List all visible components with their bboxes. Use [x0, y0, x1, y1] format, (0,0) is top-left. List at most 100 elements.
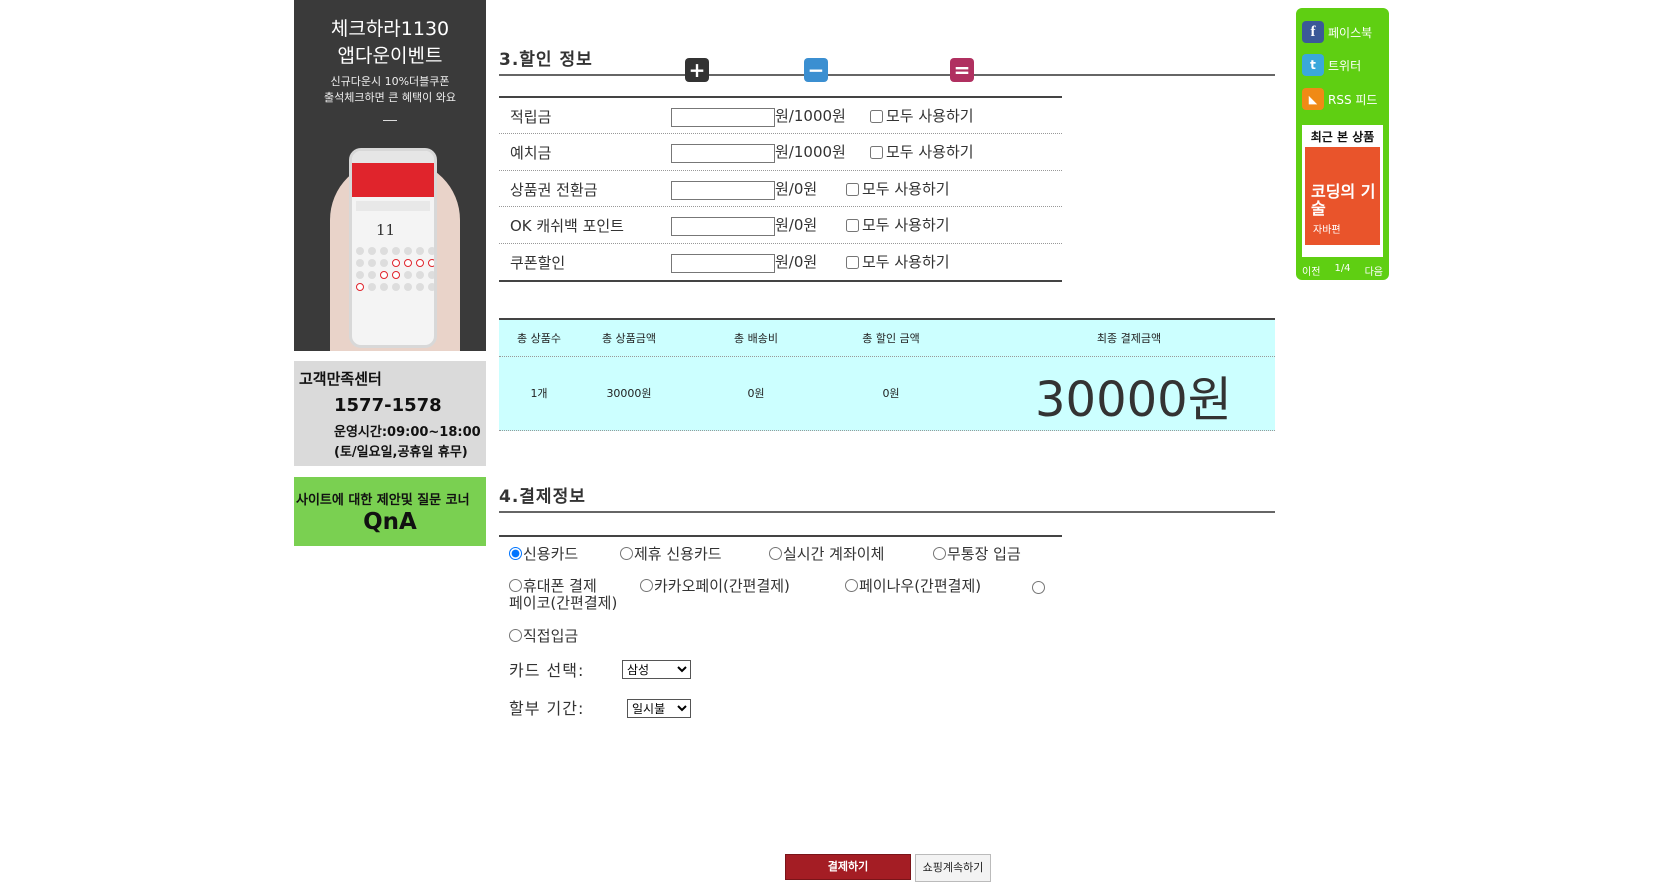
okcashbag-input[interactable]: [671, 217, 775, 237]
discount-row-points: 적립금 원/1000원 모두 사용하기: [499, 98, 1062, 135]
giftcard-use-all-checkbox[interactable]: [846, 182, 859, 196]
banner-subtitle: 앱다운이벤트: [337, 45, 443, 67]
pay-method-direct[interactable]: 직접입금: [509, 625, 578, 646]
facebook-label: 페이스북: [1328, 25, 1373, 40]
summary-header-count: 총 상품수: [517, 332, 561, 345]
partner-card-radio[interactable]: [620, 547, 633, 560]
points-use-all-checkbox[interactable]: [870, 110, 883, 123]
cs-hours: 운영시간:09:00~18:00: [334, 425, 481, 440]
deposit-use-all-label: 모두 사용하기: [886, 143, 974, 162]
facebook-icon: f: [1302, 21, 1324, 43]
installment-select[interactable]: 일시불: [627, 699, 691, 718]
final-payment-amount: 30000원: [1035, 372, 1232, 428]
payment-section-divider: [499, 511, 1275, 513]
partner-card-label: 제휴 신용카드: [634, 545, 722, 563]
deposit-use-all-checkbox[interactable]: [870, 146, 883, 160]
recent-page-indicator: 1/4: [1334, 263, 1351, 274]
deposit-input[interactable]: [671, 144, 775, 164]
okcashbag-label: OK 캐쉬백 포인트: [510, 217, 624, 236]
points-label: 적립금: [510, 108, 552, 126]
equals-icon: =: [950, 58, 974, 82]
discount-section-title: 3.할인 정보: [499, 50, 593, 70]
okcashbag-use-all-label: 모두 사용하기: [862, 216, 950, 235]
kakao-radio[interactable]: [640, 579, 653, 592]
credit-label: 신용카드: [523, 545, 579, 563]
rss-icon: ◣: [1302, 88, 1324, 110]
giftcard-input[interactable]: [671, 180, 775, 200]
okcashbag-unit: 원/0원: [775, 216, 818, 235]
discount-row-deposit: 예치금 원/1000원 모두 사용하기: [499, 134, 1062, 171]
summary-header-discount: 총 할인 금액: [862, 332, 920, 345]
rss-link[interactable]: ◣ RSS 피드: [1302, 88, 1377, 110]
summary-divider: [499, 356, 1275, 357]
facebook-link[interactable]: f 페이스북: [1302, 21, 1372, 43]
summary-header-final: 최종 결제금액: [1096, 332, 1162, 345]
pay-method-credit[interactable]: 신용카드: [509, 543, 578, 564]
deposit-unit: 원/1000원: [775, 143, 846, 162]
rss-label: RSS 피드: [1328, 92, 1378, 107]
paynow-radio[interactable]: [845, 579, 858, 592]
summary-amount: 30000원: [606, 387, 652, 400]
twitter-link[interactable]: t 트위터: [1302, 54, 1361, 76]
transfer-label: 실시간 계좌이체: [783, 545, 885, 563]
coupon-input[interactable]: [671, 253, 775, 273]
app-download-banner[interactable]: 체크하라1130 앱다운이벤트 신규다운시 10%더블쿠폰 출석체크하면 큰 혜…: [294, 0, 486, 351]
twitter-label: 트위터: [1328, 58, 1362, 73]
plus-icon: +: [685, 58, 709, 82]
recent-products: 최근 본 상품 코딩의 기술 자바편: [1302, 125, 1383, 257]
discount-row-coupon: 쿠폰할인 원/0원 모두 사용하기: [499, 244, 1062, 280]
recent-title: 최근 본 상품: [1310, 130, 1375, 144]
phone-image: 11: [349, 148, 437, 348]
customer-service-box: 고객만족센터 1577-1578 운영시간:09:00~18:00 (토/일요일…: [294, 361, 486, 466]
points-use-all-label: 모두 사용하기: [886, 107, 974, 125]
pay-method-kakao[interactable]: 카카오페이(간편결제): [640, 575, 790, 596]
pay-method-partner-card[interactable]: 제휴 신용카드: [620, 543, 722, 564]
pay-button[interactable]: 결제하기: [785, 854, 911, 880]
discount-section-divider: [499, 74, 1275, 76]
payco-label: 페이코(간편결제): [509, 594, 618, 612]
kakao-label: 카카오페이(간편결제): [654, 577, 790, 595]
card-select-label: 카드 선택:: [509, 661, 585, 680]
cs-title: 고객만족센터: [299, 370, 382, 388]
okcashbag-use-all-checkbox[interactable]: [846, 219, 859, 233]
minus-icon: −: [804, 58, 828, 82]
points-input[interactable]: [671, 108, 775, 127]
banner-text-2: 출석체크하면 큰 혜택이 와요: [324, 91, 456, 104]
qna-banner[interactable]: 사이트에 대한 제안및 질문 코너 QnA: [294, 477, 486, 546]
continue-shopping-button[interactable]: 쇼핑계속하기: [915, 854, 991, 882]
summary-count: 1개: [530, 387, 548, 400]
payment-methods: [499, 535, 1062, 537]
recent-next-button[interactable]: 다음: [1365, 263, 1383, 278]
paynow-label: 페이나우(간편결제): [859, 577, 982, 595]
coupon-label: 쿠폰할인: [510, 253, 566, 272]
payment-section-title: 4.결제정보: [499, 487, 586, 507]
pay-method-deposit[interactable]: 무통장 입금: [933, 543, 1021, 564]
credit-radio[interactable]: [509, 547, 522, 560]
payco-radio[interactable]: [1032, 581, 1045, 594]
pay-method-transfer[interactable]: 실시간 계좌이체: [769, 543, 884, 564]
mobile-radio[interactable]: [509, 579, 522, 592]
book-title: 코딩의 기술: [1311, 182, 1376, 218]
pay-method-paynow[interactable]: 페이나우(간편결제): [845, 575, 981, 596]
recent-prev-button[interactable]: 이전: [1302, 263, 1320, 278]
giftcard-label: 상품권 전환금: [510, 180, 598, 199]
quick-menu: f 페이스북 t 트위터 ◣ RSS 피드 최근 본 상품 코딩의 기술 자바편…: [1296, 8, 1389, 280]
transfer-radio[interactable]: [769, 547, 782, 560]
banner-text-1: 신규다운시 10%더블쿠폰: [330, 75, 450, 88]
points-unit: 원/1000원: [775, 107, 846, 125]
recent-product-thumbnail[interactable]: 코딩의 기술 자바편: [1305, 147, 1380, 245]
card-select[interactable]: 삼성: [622, 660, 691, 679]
giftcard-unit: 원/0원: [775, 179, 818, 198]
deposit-radio[interactable]: [933, 547, 946, 560]
coupon-use-all-label: 모두 사용하기: [862, 252, 950, 271]
book-subtitle: 자바편: [1313, 225, 1341, 236]
summary-header-amount: 총 상품금액: [601, 332, 657, 345]
installment-label: 할부 기간:: [509, 699, 585, 718]
qna-title: 사이트에 대한 제안및 질문 코너: [296, 493, 470, 508]
summary-discount: 0원: [882, 387, 900, 400]
summary-header-shipping: 총 배송비: [734, 332, 778, 345]
discount-table: 적립금 원/1000원 모두 사용하기 예치금 원/1000원 모두 사용하기 …: [499, 96, 1062, 282]
direct-radio[interactable]: [509, 629, 522, 642]
deposit-label: 예치금: [510, 144, 552, 163]
coupon-use-all-checkbox[interactable]: [846, 255, 859, 269]
